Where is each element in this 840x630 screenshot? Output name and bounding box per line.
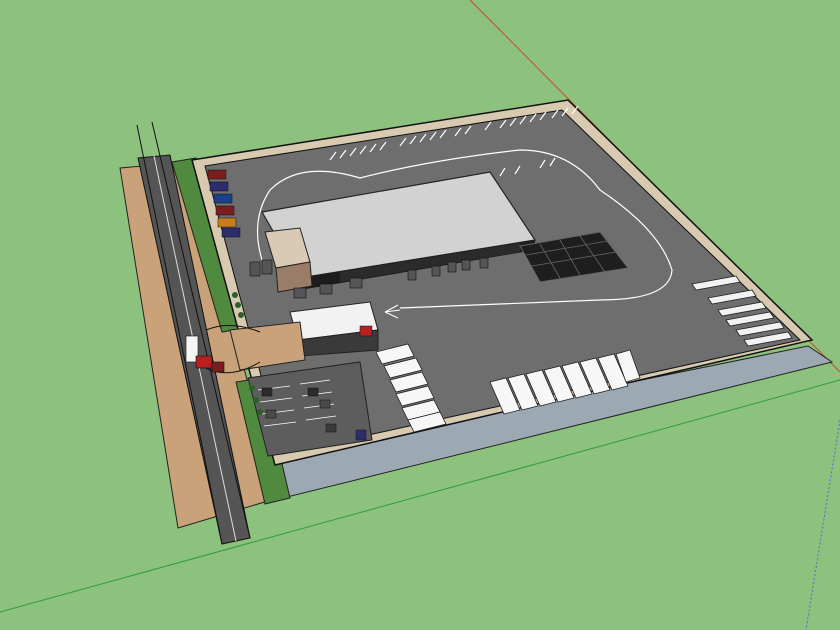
car-park-southwest [247,361,373,457]
site-model-canvas[interactable] [0,0,840,630]
truck-at-gate [359,325,373,337]
model-viewport[interactable] [0,0,840,630]
